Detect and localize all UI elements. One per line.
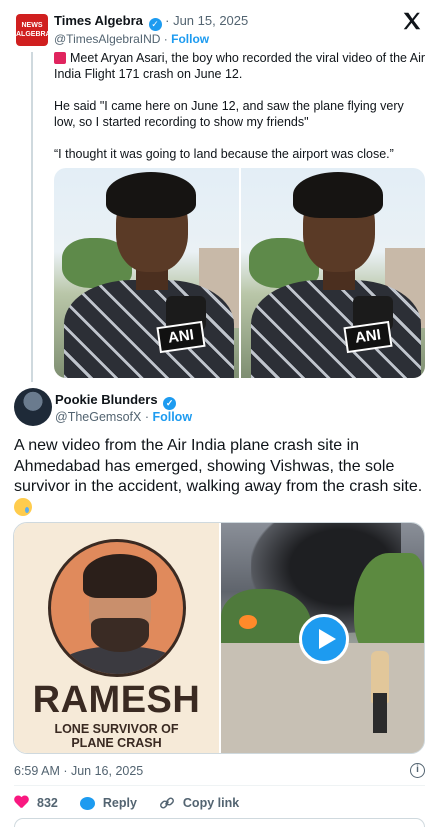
video-frame-right[interactable]: ANI <box>240 168 425 378</box>
police-light-icon <box>54 52 66 64</box>
quoted-tweet-header: Times Algebra ✓ · Jun 15, 2025 <box>54 13 248 31</box>
times-algebra-avatar[interactable]: NEWS ALGEBRA <box>16 14 51 46</box>
x-logo-icon[interactable] <box>401 10 423 32</box>
video-frame-left[interactable]: ANI <box>54 168 239 378</box>
pookie-blunders-avatar[interactable] <box>14 388 52 426</box>
info-icon[interactable]: i <box>410 763 425 778</box>
follow-button[interactable]: Follow <box>171 32 209 46</box>
divider <box>14 785 425 786</box>
like-count: 832 <box>37 796 58 810</box>
poster-subtitle: LONE SURVIVOR OF PLANE CRASH <box>54 722 179 750</box>
quoted-tweet-media[interactable]: ANI ANI <box>54 168 425 378</box>
action-bar: 832 Reply Copy link <box>14 795 239 811</box>
quoted-author-handle[interactable]: @TimesAlgebraIND <box>54 32 160 46</box>
like-button[interactable]: 832 <box>14 795 58 811</box>
quoted-author-name[interactable]: Times Algebra <box>54 13 143 28</box>
quoted-handle-row: @TimesAlgebraIND · Follow <box>54 32 210 46</box>
follow-button[interactable]: Follow <box>152 410 192 424</box>
ramesh-poster-image[interactable]: RAMESH LONE SURVIVOR OF PLANE CRASH <box>14 523 219 753</box>
author-header: Pookie Blunders ✓ <box>55 392 177 410</box>
reply-icon <box>79 796 95 810</box>
author-handle-row: @TheGemsofX · Follow <box>55 410 193 424</box>
quoted-tweet-text: Meet Aryan Asari, the boy who recorded t… <box>54 51 426 161</box>
tweet-timestamp[interactable]: 6:59 AM · Jun 16, 2025 <box>14 764 143 778</box>
portrait-illustration <box>48 539 186 677</box>
next-card-edge <box>14 818 425 827</box>
poster-title: RAMESH <box>32 679 201 721</box>
play-icon[interactable] <box>299 614 349 664</box>
copy-link-button[interactable]: Copy link <box>159 795 239 811</box>
author-handle[interactable]: @TheGemsofX <box>55 410 141 424</box>
tweet-text: A new video from the Air India plane cra… <box>14 436 428 519</box>
crying-face-emoji <box>14 497 32 516</box>
crash-site-video[interactable] <box>221 523 424 753</box>
tweet-media[interactable]: RAMESH LONE SURVIVOR OF PLANE CRASH <box>13 522 425 754</box>
thread-line <box>31 52 33 382</box>
reply-button[interactable]: Reply <box>79 795 137 811</box>
heart-icon <box>14 796 29 810</box>
link-icon <box>159 797 174 809</box>
verified-badge-icon: ✓ <box>148 18 162 31</box>
verified-badge-icon: ✓ <box>163 397 177 410</box>
quoted-tweet-date[interactable]: · Jun 15, 2025 <box>165 13 248 28</box>
author-name[interactable]: Pookie Blunders <box>55 392 158 407</box>
